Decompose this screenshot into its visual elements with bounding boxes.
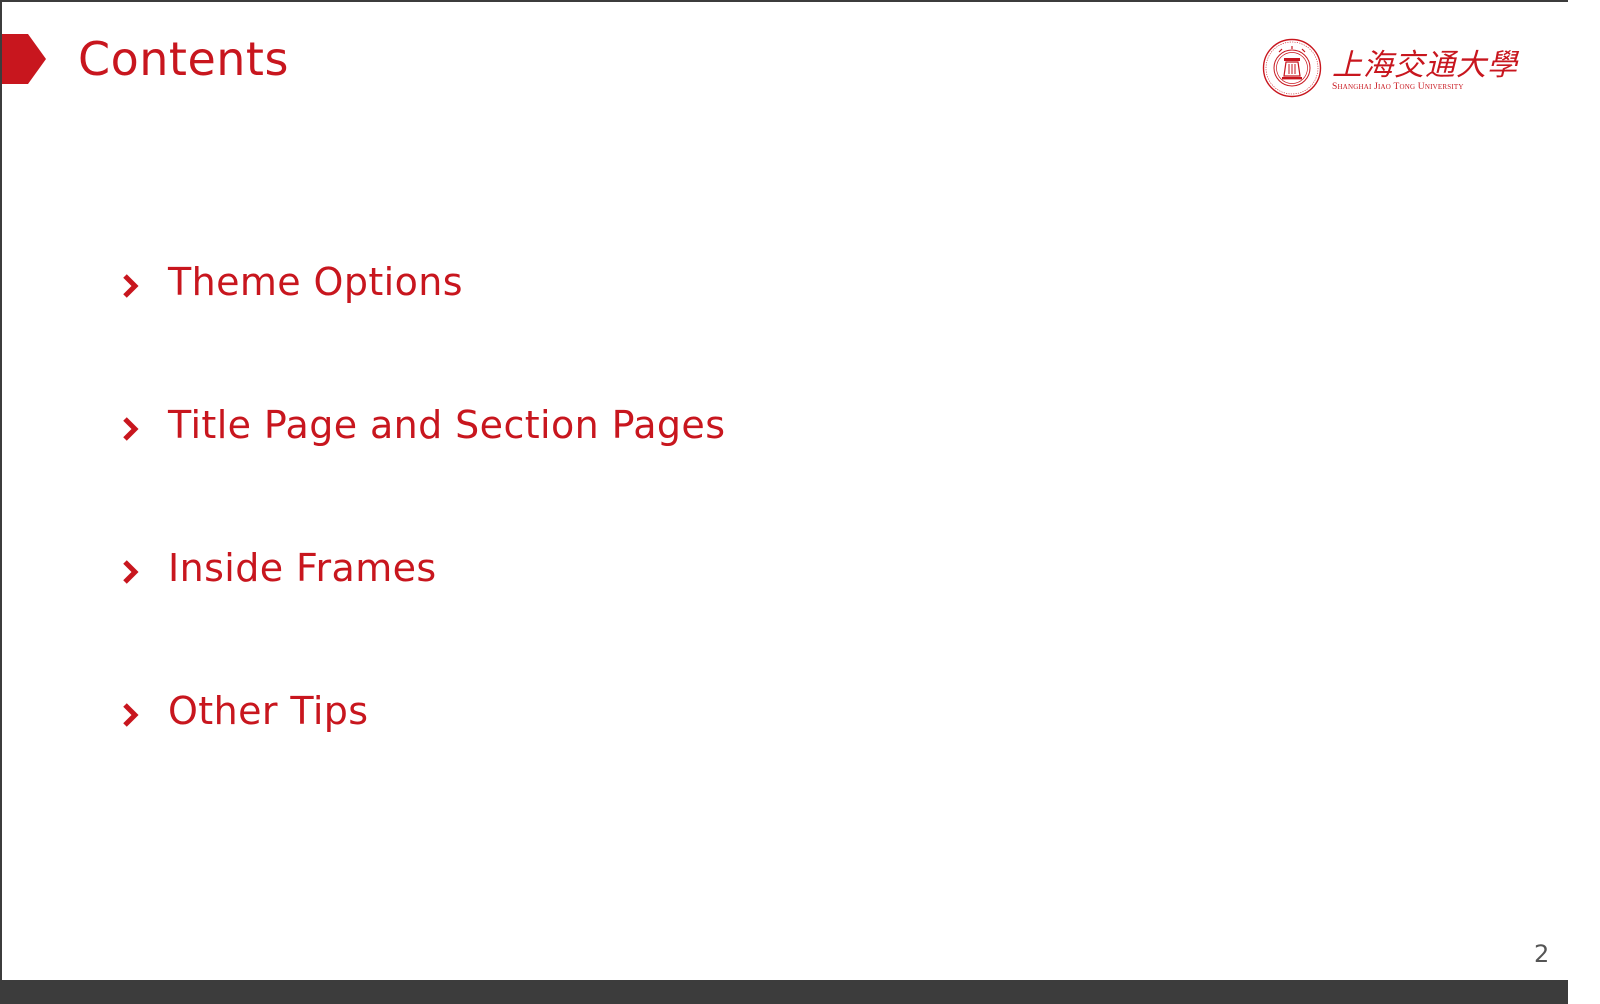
- toc-item-label[interactable]: Title Page and Section Pages: [168, 403, 725, 447]
- chevron-right-icon: [123, 703, 139, 727]
- chevron-right-icon: [123, 417, 139, 441]
- logo-english-name: Shanghai Jiao Tong University: [1332, 82, 1464, 92]
- university-seal-icon: [1262, 38, 1322, 98]
- logo-chinese-name: 上海交通大學: [1332, 48, 1518, 83]
- viewer-margin: [1568, 0, 1600, 1004]
- slide-page: Contents 上海交通大學 Shanghai Jiao Tong Unive…: [2, 2, 1568, 980]
- toc-item-label[interactable]: Theme Options: [168, 260, 463, 304]
- slide-title: Contents: [78, 32, 289, 86]
- title-marker-arrow-icon: [2, 34, 46, 84]
- chevron-right-icon: [123, 274, 139, 298]
- university-logo: 上海交通大學 Shanghai Jiao Tong University: [1260, 36, 1517, 100]
- page-number: 2: [1534, 940, 1550, 968]
- chevron-right-icon: [123, 560, 139, 584]
- toc-item-label[interactable]: Other Tips: [168, 689, 369, 733]
- toc-item-label[interactable]: Inside Frames: [168, 546, 437, 590]
